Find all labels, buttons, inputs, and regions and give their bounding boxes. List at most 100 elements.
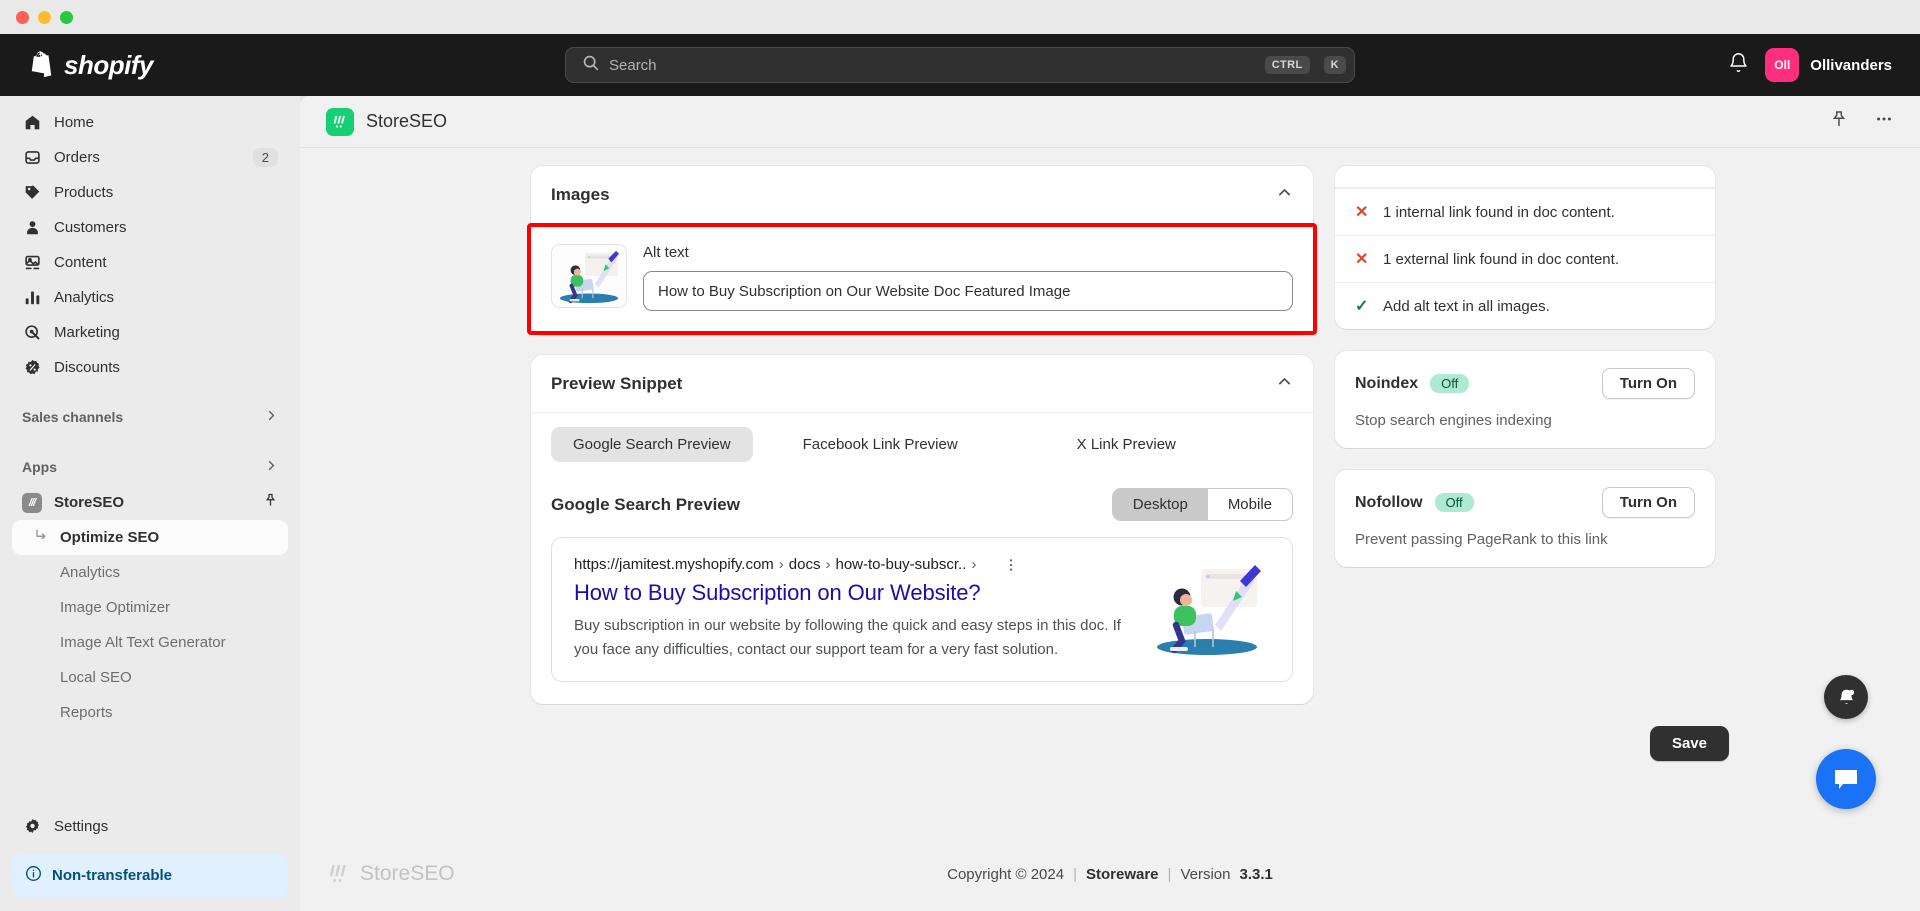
tab-google-search-preview[interactable]: Google Search Preview — [551, 427, 753, 462]
chevron-up-icon[interactable] — [1276, 373, 1293, 395]
device-desktop-button[interactable]: Desktop — [1113, 489, 1208, 520]
serp-title-link[interactable]: How to Buy Subscription on Our Website? — [574, 580, 1127, 606]
nofollow-description: Prevent passing PageRank to this link — [1355, 531, 1695, 548]
images-card-header[interactable]: Images — [531, 166, 1313, 223]
chevron-right-icon — [265, 409, 278, 425]
sidebar-app-storeseo[interactable]: /// StoreSEO — [12, 485, 288, 520]
nofollow-turn-on-button[interactable]: Turn On — [1602, 487, 1695, 518]
marketing-icon — [22, 323, 42, 343]
notifications-fab[interactable] — [1824, 675, 1868, 719]
alt-text-input[interactable] — [643, 271, 1293, 311]
sidebar-item-home[interactable]: Home — [12, 105, 288, 140]
window-maximize-button[interactable] — [60, 11, 73, 24]
images-card-title: Images — [551, 185, 610, 205]
image-thumbnail — [551, 244, 627, 308]
sidebar-item-discounts[interactable]: Discounts — [12, 350, 288, 385]
thumbnail-illustration — [552, 245, 626, 307]
footer-company: Storeware — [1086, 866, 1159, 883]
app-scroll-area: Images — [300, 148, 1920, 837]
footer-divider: | — [1073, 866, 1077, 883]
serp-url-row: https://jamitest.myshopify.com›docs›how-… — [574, 556, 1127, 573]
user-account-chip[interactable]: Oll Ollivanders — [1765, 48, 1892, 82]
chat-support-fab[interactable] — [1816, 749, 1876, 809]
serp-text-block: https://jamitest.myshopify.com›docs›how-… — [574, 556, 1127, 663]
sidebar-label-settings: Settings — [54, 818, 278, 835]
pin-icon[interactable] — [263, 493, 278, 512]
sidebar-item-customers[interactable]: Customers — [12, 210, 288, 245]
sales-channels-label: Sales channels — [22, 409, 123, 425]
serp-more-icon[interactable] — [1003, 557, 1019, 573]
sidebar-label-discounts: Discounts — [54, 359, 278, 376]
orders-count-badge: 2 — [253, 148, 278, 167]
app-title: StoreSEO — [366, 111, 447, 132]
sidebar-section-apps[interactable]: Apps — [12, 449, 288, 485]
content-icon — [22, 253, 42, 273]
save-button[interactable]: Save — [1650, 726, 1729, 761]
sidebar-section-sales-channels[interactable]: Sales channels — [12, 399, 288, 435]
footer-copyright: Copyright © 2024 | Storeware | Version 3… — [947, 866, 1273, 883]
app-header-actions — [1830, 109, 1894, 134]
sidebar-item-products[interactable]: Products — [12, 175, 288, 210]
pin-icon[interactable] — [1830, 110, 1848, 133]
seo-checks-card: ✕ 1 internal link found in doc content. … — [1335, 166, 1715, 329]
serp-illustration — [1145, 559, 1270, 659]
preview-snippet-header[interactable]: Preview Snippet — [531, 355, 1313, 412]
serp-thumbnail — [1145, 559, 1270, 659]
sidebar-label-app-analytics: Analytics — [60, 564, 120, 581]
tab-x-link-preview[interactable]: X Link Preview — [1055, 427, 1198, 462]
sidebar-item-image-optimizer[interactable]: Image Optimizer — [12, 590, 288, 625]
home-icon — [22, 113, 42, 133]
alt-text-label: Alt text — [643, 244, 1293, 261]
global-search[interactable]: Search CTRL K — [565, 47, 1355, 83]
sidebar-item-analytics[interactable]: Analytics — [12, 280, 288, 315]
preview-subheader: Google Search Preview Desktop Mobile — [551, 488, 1293, 521]
window-minimize-button[interactable] — [38, 11, 51, 24]
non-transferable-banner[interactable]: Non-transferable — [12, 854, 288, 897]
footer-version-label: Version — [1180, 866, 1230, 883]
shortcut-k-key: K — [1324, 56, 1346, 74]
alt-text-row: Alt text — [531, 227, 1313, 331]
footer-logo: StoreSEO — [326, 861, 455, 887]
sidebar-item-optimize-seo[interactable]: Optimize SEO — [12, 520, 288, 555]
orders-icon — [22, 148, 42, 168]
alt-text-fields: Alt text — [643, 244, 1293, 311]
embedded-app-frame: StoreSEO — [300, 96, 1920, 911]
sidebar-item-reports[interactable]: Reports — [12, 695, 288, 730]
noindex-turn-on-button[interactable]: Turn On — [1602, 368, 1695, 399]
save-bar: Save — [300, 726, 1920, 761]
sidebar-item-local-seo[interactable]: Local SEO — [12, 660, 288, 695]
chevron-up-icon[interactable] — [1276, 184, 1293, 206]
footer-copyright-text: Copyright © 2024 — [947, 866, 1064, 883]
shopify-wordmark: shopify — [64, 50, 153, 81]
more-options-icon[interactable] — [1874, 109, 1894, 134]
storeseo-app-icon: /// — [22, 493, 42, 513]
main-sidebar: Home Orders 2 Products Customers — [0, 96, 300, 911]
sidebar-item-settings[interactable]: Settings — [12, 809, 288, 844]
footer-divider: | — [1168, 866, 1172, 883]
nofollow-header: Nofollow Off Turn On — [1355, 487, 1695, 518]
chevron-right-icon — [265, 459, 278, 475]
info-icon — [25, 865, 42, 886]
serp-preview: https://jamitest.myshopify.com›docs›how-… — [551, 537, 1293, 682]
sidebar-item-image-alt-text-generator[interactable]: Image Alt Text Generator — [12, 625, 288, 660]
bell-icon — [1836, 687, 1857, 708]
window-close-button[interactable] — [16, 11, 29, 24]
sidebar-item-app-analytics[interactable]: Analytics — [12, 555, 288, 590]
serp-description: Buy subscription in our website by follo… — [574, 614, 1127, 663]
app-footer: StoreSEO Copyright © 2024 | Storeware | … — [300, 837, 1920, 911]
notifications-bell-icon[interactable] — [1728, 52, 1749, 78]
search-icon — [582, 54, 599, 76]
tab-facebook-link-preview[interactable]: Facebook Link Preview — [781, 427, 980, 462]
sidebar-label-marketing: Marketing — [54, 324, 278, 341]
noindex-header: Noindex Off Turn On — [1355, 368, 1695, 399]
sidebar-item-orders[interactable]: Orders 2 — [12, 140, 288, 175]
cross-icon: ✕ — [1355, 202, 1369, 222]
storeseo-footer-icon — [326, 861, 352, 887]
sidebar-label-reports: Reports — [60, 704, 113, 721]
shopify-logo[interactable]: shopify — [28, 50, 288, 81]
search-input-box[interactable]: Search CTRL K — [565, 47, 1355, 83]
storeseo-logo-icon — [326, 108, 354, 136]
sidebar-item-marketing[interactable]: Marketing — [12, 315, 288, 350]
sidebar-item-content[interactable]: Content — [12, 245, 288, 280]
device-mobile-button[interactable]: Mobile — [1208, 489, 1292, 520]
